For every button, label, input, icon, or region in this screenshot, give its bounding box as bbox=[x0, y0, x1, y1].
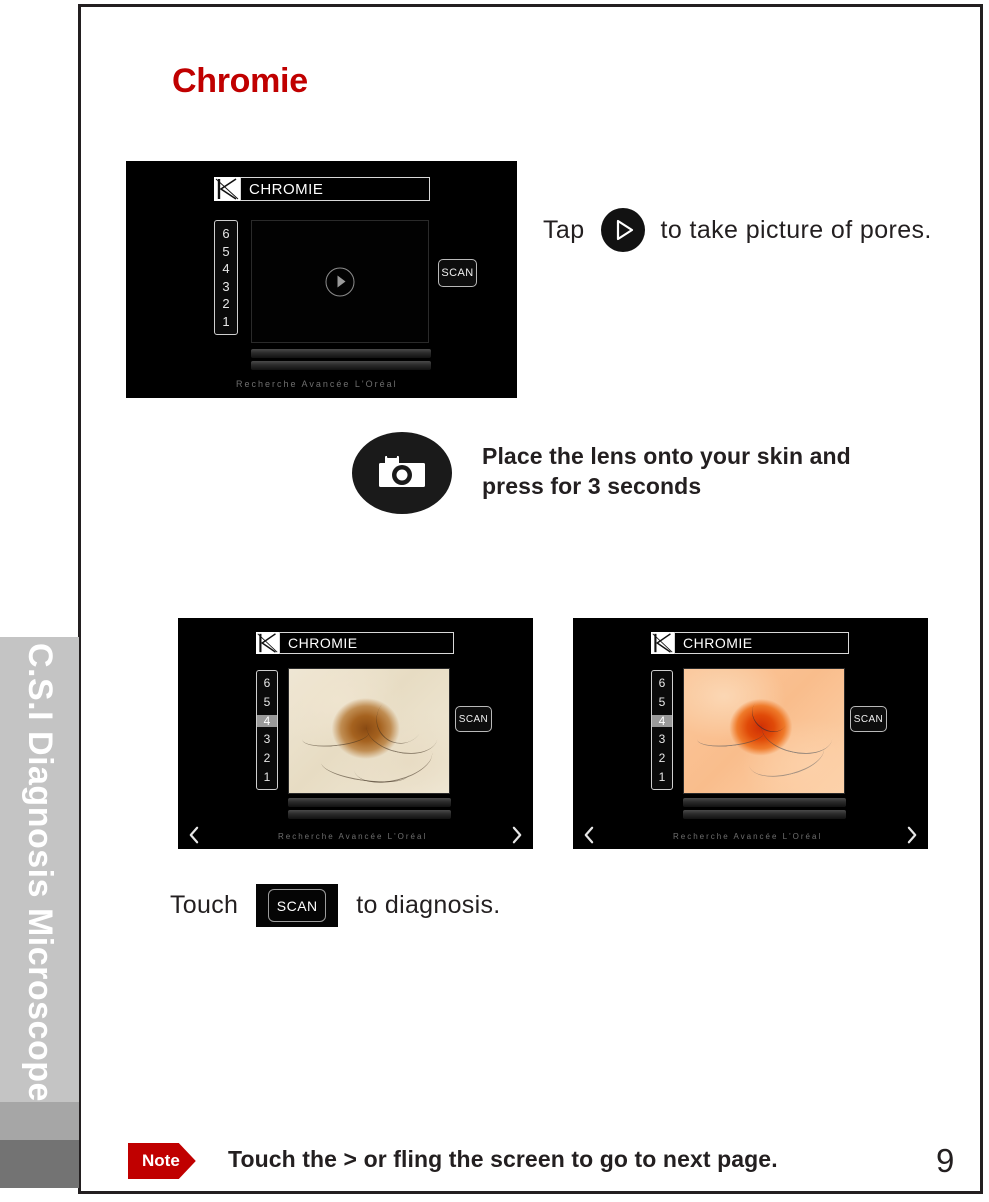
scan-button[interactable]: SCAN bbox=[438, 259, 477, 287]
device-viewport[interactable] bbox=[683, 668, 845, 794]
chevron-left-icon[interactable] bbox=[187, 825, 200, 849]
device-header: CHROMIE bbox=[256, 632, 454, 654]
sidebar-band-mid bbox=[0, 1102, 79, 1140]
level-selector[interactable]: 6 5 4 3 2 1 bbox=[214, 220, 238, 335]
play-icon bbox=[600, 208, 645, 252]
device-screenshot-skin-normal: CHROMIE 6 5 4 3 2 1 SCAN Recherche Avanc… bbox=[178, 618, 533, 849]
chevron-left-icon[interactable] bbox=[138, 372, 152, 394]
level-option-2[interactable]: 2 bbox=[257, 752, 277, 764]
instruction-touch-before: Touch bbox=[170, 891, 239, 919]
level-option-5[interactable]: 5 bbox=[652, 696, 672, 708]
slider-track-lower[interactable] bbox=[251, 361, 431, 370]
level-selector[interactable]: 6 5 4 3 2 1 bbox=[651, 670, 673, 790]
k-logo-icon bbox=[214, 177, 240, 201]
level-option-5[interactable]: 5 bbox=[257, 696, 277, 708]
page-border-right bbox=[980, 4, 983, 1194]
page-number: 9 bbox=[936, 1142, 955, 1179]
level-option-3[interactable]: 3 bbox=[652, 733, 672, 745]
sidebar-section-label: C.S.I Diagnosis Microscope bbox=[21, 643, 59, 1102]
page-border-bottom bbox=[78, 1191, 983, 1194]
chevron-left-icon[interactable] bbox=[582, 825, 595, 849]
k-logo-icon bbox=[256, 632, 279, 654]
page-border-top bbox=[78, 4, 983, 7]
page-root: C.S.I Diagnosis Microscope Chromie CHROM… bbox=[0, 0, 989, 1202]
instruction-camera: Place the lens onto your skin and press … bbox=[482, 441, 851, 502]
level-option-5[interactable]: 5 bbox=[215, 245, 237, 258]
instruction-touch: Touch SCAN to diagnosis. bbox=[170, 884, 501, 927]
chevron-right-icon[interactable] bbox=[906, 825, 919, 849]
level-selector[interactable]: 6 5 4 3 2 1 bbox=[256, 670, 278, 790]
slider-track-upper[interactable] bbox=[288, 798, 451, 807]
level-option-6[interactable]: 6 bbox=[652, 677, 672, 689]
level-option-1[interactable]: 1 bbox=[215, 315, 237, 328]
skin-sample-image bbox=[289, 669, 449, 793]
device-title: CHROMIE bbox=[674, 632, 849, 654]
level-option-4[interactable]: 4 bbox=[257, 714, 277, 727]
slider-track-upper[interactable] bbox=[683, 798, 846, 807]
device-footer-brand: Recherche Avancée L'Oréal bbox=[236, 379, 398, 389]
device-viewport[interactable] bbox=[288, 668, 450, 794]
level-option-6[interactable]: 6 bbox=[215, 227, 237, 240]
note-badge: Note bbox=[128, 1143, 196, 1179]
skin-sample-image bbox=[684, 669, 844, 793]
level-option-6[interactable]: 6 bbox=[257, 677, 277, 689]
camera-icon bbox=[352, 432, 452, 514]
level-option-2[interactable]: 2 bbox=[215, 297, 237, 310]
device-header: CHROMIE bbox=[214, 177, 430, 201]
device-title: CHROMIE bbox=[240, 177, 430, 201]
scan-button[interactable]: SCAN bbox=[455, 706, 492, 732]
device-screenshot-skin-analyzed: CHROMIE 6 5 4 3 2 1 SCAN Recherche Avanc… bbox=[573, 618, 928, 849]
device-screenshot-empty: CHROMIE 6 5 4 3 2 1 SCAN Recherche Avanc… bbox=[126, 161, 517, 398]
slider-track-upper[interactable] bbox=[251, 349, 431, 358]
device-viewport[interactable] bbox=[251, 220, 429, 343]
level-option-3[interactable]: 3 bbox=[257, 733, 277, 745]
instruction-touch-after: to diagnosis. bbox=[356, 891, 501, 919]
slider-track-lower[interactable] bbox=[683, 810, 846, 819]
instruction-camera-line1: Place the lens onto your skin and bbox=[482, 443, 851, 469]
sidebar-section-tab: C.S.I Diagnosis Microscope bbox=[0, 637, 79, 1102]
level-option-4[interactable]: 4 bbox=[652, 714, 672, 727]
level-option-1[interactable]: 1 bbox=[652, 771, 672, 783]
scan-button-illustration: SCAN bbox=[256, 884, 339, 927]
device-header: CHROMIE bbox=[651, 632, 849, 654]
chevron-right-icon[interactable] bbox=[511, 825, 524, 849]
device-footer-brand: Recherche Avancée L'Oréal bbox=[278, 832, 428, 841]
instruction-tap: Tap to take picture of pores. bbox=[543, 208, 932, 252]
scan-button-label: SCAN bbox=[268, 889, 327, 922]
note-text: Touch the > or fling the screen to go to… bbox=[228, 1146, 778, 1172]
scan-button[interactable]: SCAN bbox=[850, 706, 887, 732]
page-title: Chromie bbox=[172, 62, 308, 100]
sidebar-band-bottom bbox=[0, 1140, 79, 1188]
slider-track-lower[interactable] bbox=[288, 810, 451, 819]
level-option-4[interactable]: 4 bbox=[215, 262, 237, 275]
instruction-tap-before: Tap bbox=[543, 215, 585, 244]
play-icon[interactable] bbox=[325, 267, 355, 296]
chevron-right-icon[interactable] bbox=[492, 372, 506, 394]
device-title: CHROMIE bbox=[279, 632, 454, 654]
instruction-tap-after: to take picture of pores. bbox=[660, 215, 932, 244]
level-option-2[interactable]: 2 bbox=[652, 752, 672, 764]
instruction-camera-line2: press for 3 seconds bbox=[482, 473, 702, 500]
level-option-1[interactable]: 1 bbox=[257, 771, 277, 783]
level-option-3[interactable]: 3 bbox=[215, 280, 237, 293]
device-footer-brand: Recherche Avancée L'Oréal bbox=[673, 832, 823, 841]
k-logo-icon bbox=[651, 632, 674, 654]
